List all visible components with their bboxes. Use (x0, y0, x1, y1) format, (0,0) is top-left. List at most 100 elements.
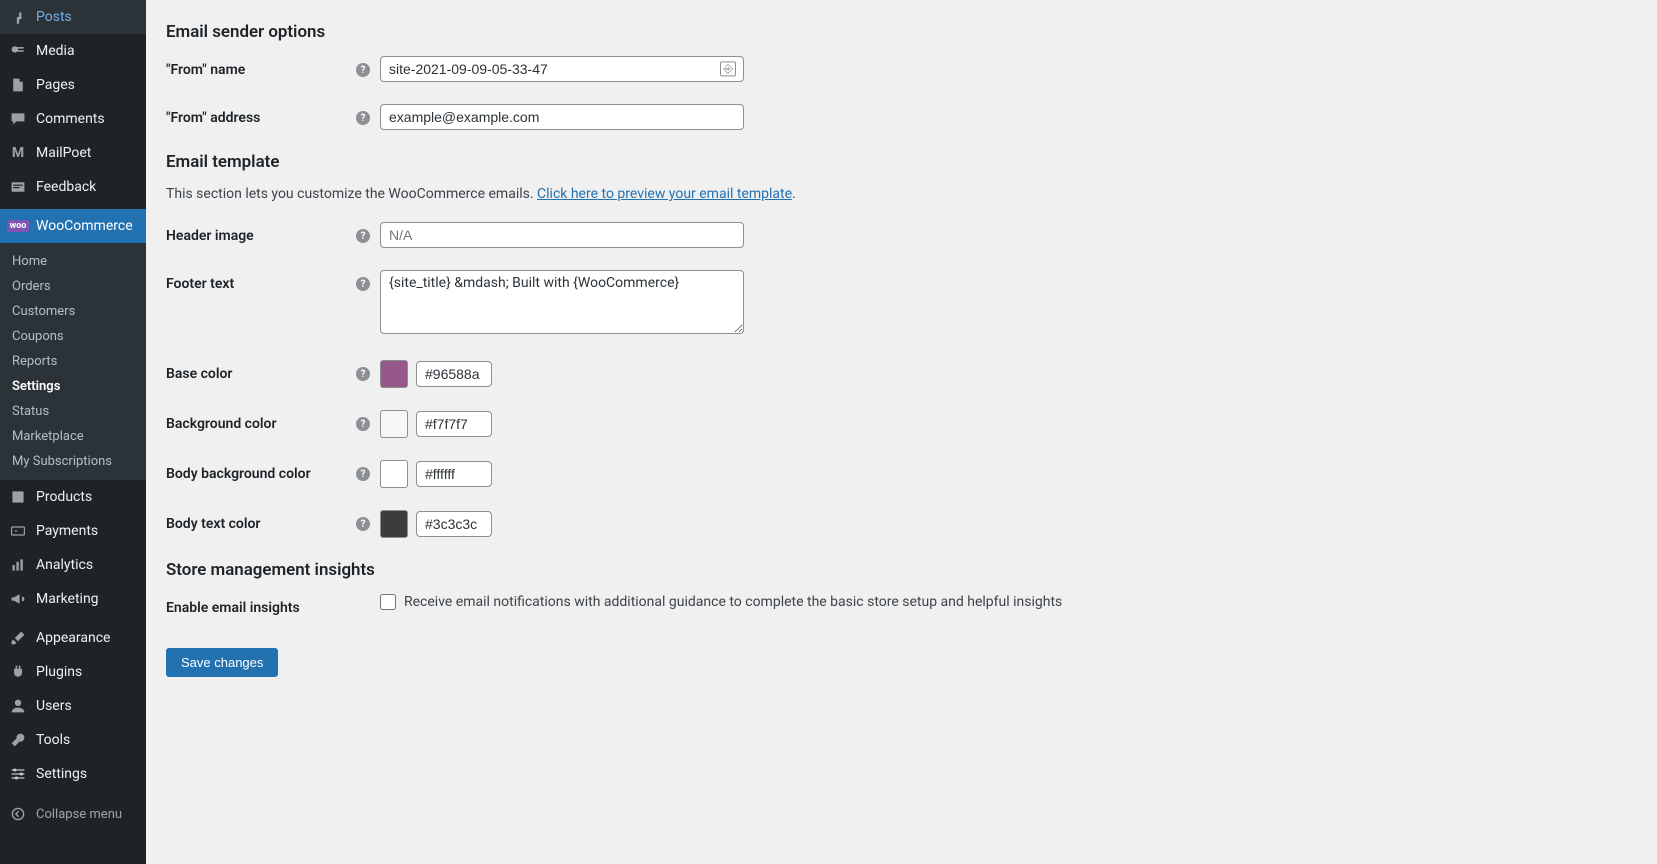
base-color-swatch[interactable] (380, 360, 408, 388)
help-icon[interactable]: ? (356, 367, 370, 381)
help-icon[interactable]: ? (356, 277, 370, 291)
base-color-input[interactable] (416, 361, 492, 387)
row-base-color: Base color ? (166, 360, 1637, 388)
sidebar-sub-orders[interactable]: Orders (0, 274, 146, 299)
sidebar-item-label: Comments (36, 111, 105, 127)
row-bg-color: Background color ? (166, 410, 1637, 438)
header-image-input[interactable] (380, 222, 744, 248)
sliders-icon (8, 764, 28, 784)
bg-color-input[interactable] (416, 411, 492, 437)
sidebar-sub-status[interactable]: Status (0, 399, 146, 424)
label-from-name: "From" name (166, 56, 356, 78)
sidebar-item-label: Marketing (36, 591, 99, 607)
section-heading-sender: Email sender options (166, 22, 1637, 42)
save-button[interactable]: Save changes (166, 648, 278, 677)
help-icon[interactable]: ? (356, 63, 370, 77)
sidebar-item-label: Appearance (36, 630, 110, 646)
products-icon (8, 487, 28, 507)
label-bg-color: Background color (166, 410, 356, 432)
row-header-image: Header image ? (166, 222, 1637, 248)
section-heading-insights: Store management insights (166, 560, 1637, 580)
body-text-swatch[interactable] (380, 510, 408, 538)
row-footer-text: Footer text ? (166, 270, 1637, 338)
sidebar-item-feedback[interactable]: Feedback (0, 170, 146, 204)
sidebar-sub-subscriptions[interactable]: My Subscriptions (0, 449, 146, 474)
row-enable-insights: Enable email insights Receive email noti… (166, 594, 1637, 616)
sidebar-sub-customers[interactable]: Customers (0, 299, 146, 324)
footer-text-input[interactable] (380, 270, 744, 334)
sidebar-item-mailpoet[interactable]: M MailPoet (0, 136, 146, 170)
row-from-address: "From" address ? (166, 104, 1637, 130)
sidebar-item-label: Payments (36, 523, 98, 539)
sidebar-item-label: Tools (36, 732, 70, 748)
woo-icon: woo (8, 216, 28, 236)
sidebar-item-label: Posts (36, 9, 72, 25)
admin-sidebar: Posts Media Pages Comments M MailPoet (0, 0, 146, 864)
body-bg-swatch[interactable] (380, 460, 408, 488)
row-from-name: "From" name ? ⎆ (166, 56, 1637, 82)
brush-icon (8, 628, 28, 648)
sidebar-item-settings[interactable]: Settings (0, 757, 146, 791)
bg-color-swatch[interactable] (380, 410, 408, 438)
sidebar-item-woocommerce[interactable]: woo WooCommerce (0, 209, 146, 243)
help-icon[interactable]: ? (356, 229, 370, 243)
sidebar-sub-coupons[interactable]: Coupons (0, 324, 146, 349)
sidebar-item-analytics[interactable]: Analytics (0, 548, 146, 582)
sidebar-sub-settings[interactable]: Settings (0, 374, 146, 399)
sidebar-item-users[interactable]: Users (0, 689, 146, 723)
sidebar-item-label: Pages (36, 77, 75, 93)
megaphone-icon (8, 589, 28, 609)
sidebar-item-products[interactable]: Products (0, 480, 146, 514)
template-description: This section lets you customize the WooC… (166, 186, 1637, 202)
help-icon[interactable]: ? (356, 467, 370, 481)
mailpoet-icon: M (8, 143, 28, 163)
sidebar-sub-marketplace[interactable]: Marketplace (0, 424, 146, 449)
label-body-text: Body text color (166, 510, 356, 532)
sidebar-item-comments[interactable]: Comments (0, 102, 146, 136)
sidebar-item-label: Feedback (36, 179, 96, 195)
collapse-icon (8, 804, 28, 824)
sidebar-item-marketing[interactable]: Marketing (0, 582, 146, 616)
body-bg-input[interactable] (416, 461, 492, 487)
sidebar-item-label: WooCommerce (36, 218, 133, 234)
plug-icon (8, 662, 28, 682)
sidebar-item-tools[interactable]: Tools (0, 723, 146, 757)
help-icon[interactable]: ? (356, 517, 370, 531)
sidebar-item-appearance[interactable]: Appearance (0, 621, 146, 655)
sidebar-item-label: Settings (36, 766, 87, 782)
sidebar-sub-reports[interactable]: Reports (0, 349, 146, 374)
label-from-address: "From" address (166, 104, 356, 126)
from-address-input[interactable] (380, 104, 744, 130)
collapse-menu-button[interactable]: Collapse menu (0, 796, 146, 832)
body-text-input[interactable] (416, 511, 492, 537)
from-name-input[interactable] (380, 56, 744, 82)
wrench-icon (8, 730, 28, 750)
sidebar-submenu: Home Orders Customers Coupons Reports Se… (0, 243, 146, 480)
sidebar-item-label: Users (36, 698, 72, 714)
help-icon[interactable]: ? (356, 417, 370, 431)
sidebar-item-label: MailPoet (36, 145, 91, 161)
page-icon (8, 75, 28, 95)
sidebar-item-posts[interactable]: Posts (0, 0, 146, 34)
sidebar-item-label: Analytics (36, 557, 93, 573)
preview-template-link[interactable]: Click here to preview your email templat… (537, 186, 792, 202)
enable-insights-desc: Receive email notifications with additio… (404, 594, 1062, 610)
label-header-image: Header image (166, 222, 356, 244)
label-base-color: Base color (166, 360, 356, 382)
main-content: Email sender options "From" name ? ⎆ "Fr… (146, 0, 1657, 864)
label-body-bg: Body background color (166, 460, 356, 482)
payments-icon (8, 521, 28, 541)
media-icon (8, 41, 28, 61)
help-icon[interactable]: ? (356, 111, 370, 125)
autofill-icon: ⎆ (720, 61, 736, 76)
sidebar-item-pages[interactable]: Pages (0, 68, 146, 102)
sidebar-item-payments[interactable]: Payments (0, 514, 146, 548)
enable-insights-checkbox[interactable] (380, 594, 396, 610)
sidebar-item-plugins[interactable]: Plugins (0, 655, 146, 689)
sidebar-sub-home[interactable]: Home (0, 249, 146, 274)
label-footer-text: Footer text (166, 270, 356, 292)
feedback-icon (8, 177, 28, 197)
pin-icon (8, 7, 28, 27)
row-body-text: Body text color ? (166, 510, 1637, 538)
sidebar-item-media[interactable]: Media (0, 34, 146, 68)
